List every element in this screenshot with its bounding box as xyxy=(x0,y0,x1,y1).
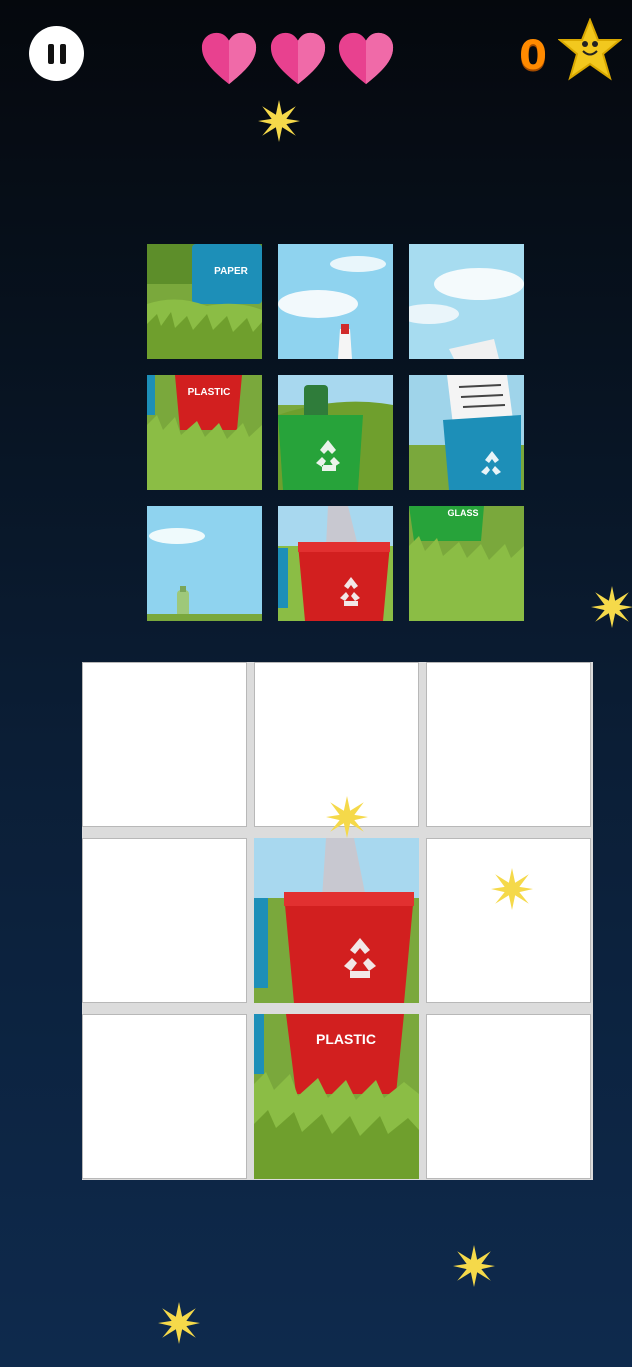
starfish-icon xyxy=(558,18,622,81)
board-cell-9[interactable] xyxy=(426,1014,591,1179)
sparkle-icon xyxy=(326,796,368,838)
sparkle-icon xyxy=(158,1302,200,1344)
score-counter: 0 xyxy=(519,33,547,79)
puzzle-tile-2[interactable] xyxy=(278,244,393,359)
puzzle-tile-4[interactable]: PLASTIC xyxy=(147,375,262,490)
board-cell-6[interactable] xyxy=(426,838,591,1003)
puzzle-tile-3[interactable] xyxy=(409,244,524,359)
puzzle-tile-7[interactable] xyxy=(147,506,262,621)
heart-icon xyxy=(270,32,326,85)
puzzle-tile-6[interactable] xyxy=(409,375,524,490)
pause-button[interactable] xyxy=(29,26,84,81)
puzzle-tile-5[interactable] xyxy=(278,375,393,490)
puzzle-tile-9[interactable]: GLASS xyxy=(409,506,524,621)
board-cell-8[interactable]: PLASTIC xyxy=(254,1014,419,1179)
board-cell-1[interactable] xyxy=(82,662,247,827)
sparkle-icon xyxy=(591,586,632,628)
puzzle-tile-8[interactable] xyxy=(278,506,393,621)
bin-label: PAPER xyxy=(214,266,248,277)
sparkle-icon xyxy=(453,1245,495,1287)
board-cell-5[interactable] xyxy=(254,838,419,1003)
puzzle-tile-1[interactable]: PAPER xyxy=(147,244,262,359)
sparkle-icon xyxy=(491,868,533,910)
bin-label: PLASTIC xyxy=(188,387,231,398)
bin-label: GLASS xyxy=(447,508,478,518)
puzzle-board: PLASTIC xyxy=(82,662,593,1180)
sparkle-icon xyxy=(258,100,300,142)
board-cell-7[interactable] xyxy=(82,1014,247,1179)
heart-icon xyxy=(338,32,394,85)
board-cell-4[interactable] xyxy=(82,838,247,1003)
pause-icon xyxy=(47,43,54,64)
bin-label: PLASTIC xyxy=(316,1031,376,1047)
heart-icon xyxy=(201,32,257,85)
board-cell-3[interactable] xyxy=(426,662,591,827)
